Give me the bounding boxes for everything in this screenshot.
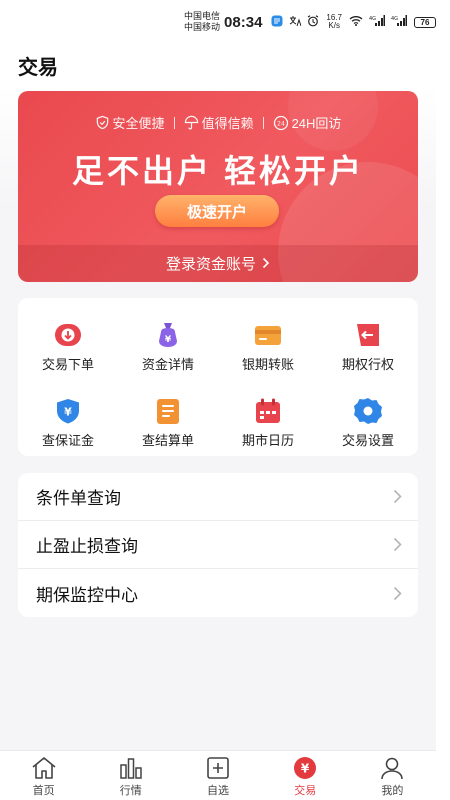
divider xyxy=(262,116,264,129)
grid-label: 查结算单 xyxy=(141,433,194,448)
nav-item-trade[interactable]: ¥ 交易 xyxy=(262,751,349,800)
document-icon xyxy=(157,399,179,424)
grid-item-trade-settings[interactable]: 交易设置 xyxy=(318,396,418,456)
nav-label: 行情 xyxy=(119,784,142,797)
grid-label: 交易设置 xyxy=(341,433,394,448)
feature-safe: 安全便捷 xyxy=(95,113,165,132)
alarm-icon xyxy=(307,14,319,30)
clock-24-icon: 24 xyxy=(273,115,288,130)
nav-item-market[interactable]: 行情 xyxy=(87,751,174,800)
yuan-shield-icon: ¥ xyxy=(57,399,79,424)
page-header: 交易 xyxy=(0,44,450,86)
clock: 08:34 xyxy=(224,13,263,31)
list-item-stop-profit-loss-query[interactable]: 止盈止损查询 xyxy=(18,521,418,569)
status-bar: 中国电信 中国移动 08:34 16.7 K/s 4G 4G 76 xyxy=(0,0,450,44)
edge-strip xyxy=(436,0,450,800)
quick-open-account-button[interactable]: 极速开户 xyxy=(155,195,279,227)
arrow-left-tag-icon xyxy=(357,324,379,346)
battery-indicator: 76 xyxy=(414,16,439,28)
shield-check-icon xyxy=(96,115,108,130)
bar-chart-icon xyxy=(120,757,142,779)
login-fund-account-link[interactable]: 登录资金账号 xyxy=(18,245,418,282)
list-item-conditional-order-query[interactable]: 条件单查询 xyxy=(18,473,418,521)
grid-label: 资金详情 xyxy=(141,357,194,372)
svg-text:¥: ¥ xyxy=(64,406,72,419)
network-speed: 16.7 K/s xyxy=(326,14,342,30)
home-icon xyxy=(32,756,56,779)
chevron-right-icon xyxy=(393,586,402,600)
account-open-banner[interactable]: 安全便捷 值得信赖 24 24H回访 足不出户 轻松开户 极速开户 登录资金账号 xyxy=(18,91,418,282)
grid-item-bank-transfer[interactable]: 银期转账 xyxy=(218,320,318,380)
grid-item-market-calendar[interactable]: 期市日历 xyxy=(218,396,318,456)
banner-slogan: 足不出户 轻松开户 xyxy=(72,153,364,189)
feature-24h: 24 24H回访 xyxy=(273,113,342,132)
function-grid: 交易下单 ¥ 资金详情 银期转账 期权行权 ¥ 查保证金 查结算单 期市日历 交… xyxy=(18,298,418,456)
feature-label: 值得信赖 xyxy=(201,116,254,131)
plus-square-icon xyxy=(207,756,229,779)
chevron-right-icon xyxy=(393,537,402,552)
svg-text:¥: ¥ xyxy=(301,761,310,775)
user-icon xyxy=(381,757,404,779)
page-title: 交易 xyxy=(18,56,58,79)
nav-label: 自选 xyxy=(207,784,229,797)
nav-label: 交易 xyxy=(294,784,317,797)
carrier-info: 中国电信 中国移动 xyxy=(184,11,220,33)
login-link-label: 登录资金账号 xyxy=(165,256,256,273)
chevron-right-icon xyxy=(262,256,270,272)
grid-item-fund-details[interactable]: ¥ 资金详情 xyxy=(118,320,218,380)
carrier-2: 中国移动 xyxy=(184,22,221,32)
nav-item-home[interactable]: 首页 xyxy=(0,751,87,800)
svg-text:¥: ¥ xyxy=(165,335,172,345)
list-item-label: 期保监控中心 xyxy=(36,585,138,605)
grid-label: 期市日历 xyxy=(241,433,294,448)
svg-text:4G: 4G xyxy=(391,16,398,22)
svg-text:4G: 4G xyxy=(369,16,376,22)
nav-label: 首页 xyxy=(32,784,55,797)
nav-item-watchlist[interactable]: 自选 xyxy=(174,751,261,800)
grid-item-check-statement[interactable]: 查结算单 xyxy=(118,396,218,456)
feature-label: 安全便捷 xyxy=(112,116,165,131)
bottom-navigation: 首页 行情 自选 ¥ 交易 我的 xyxy=(0,750,436,800)
grid-label: 期权行权 xyxy=(341,357,394,372)
app-root: 中国电信 中国移动 08:34 16.7 K/s 4G 4G 76 交易 安全便… xyxy=(0,0,450,800)
signal-2-icon: 4G xyxy=(391,15,407,29)
translate-icon xyxy=(289,15,302,30)
grid-label: 银期转账 xyxy=(241,357,294,372)
list-item-margin-monitor-center[interactable]: 期保监控中心 xyxy=(18,569,418,617)
feature-label: 24H回访 xyxy=(291,116,342,131)
money-bag-icon: ¥ xyxy=(159,323,177,347)
signal-1-icon: 4G xyxy=(369,15,385,29)
wifi-icon xyxy=(349,15,363,29)
speed-unit: K/s xyxy=(328,21,340,30)
banner-features: 安全便捷 值得信赖 24 24H回访 xyxy=(18,113,418,132)
nav-item-mine[interactable]: 我的 xyxy=(349,751,436,800)
svg-text:24: 24 xyxy=(277,120,285,127)
nav-label: 我的 xyxy=(381,784,404,797)
app-notification-icon xyxy=(271,15,283,30)
query-list: 条件单查询 止盈止损查询 期保监控中心 xyxy=(18,473,418,617)
list-item-label: 条件单查询 xyxy=(36,489,121,508)
umbrella-icon xyxy=(184,115,198,130)
list-item-label: 止盈止损查询 xyxy=(36,537,138,556)
grid-item-check-margin[interactable]: ¥ 查保证金 xyxy=(18,396,118,456)
gear-icon xyxy=(354,398,382,424)
carrier-1: 中国电信 xyxy=(184,11,221,21)
grid-label: 查保证金 xyxy=(41,433,94,448)
grid-item-option-exercise[interactable]: 期权行权 xyxy=(318,320,418,380)
card-icon xyxy=(255,326,281,345)
calendar-icon xyxy=(256,398,280,423)
divider xyxy=(173,116,175,129)
grid-item-trade-order[interactable]: 交易下单 xyxy=(18,320,118,380)
chevron-right-icon xyxy=(393,489,402,504)
arrow-down-circle-icon xyxy=(55,324,81,346)
yuan-circle-icon: ¥ xyxy=(294,756,317,779)
feature-trust: 值得信赖 xyxy=(184,113,254,132)
grid-label: 交易下单 xyxy=(41,357,94,372)
